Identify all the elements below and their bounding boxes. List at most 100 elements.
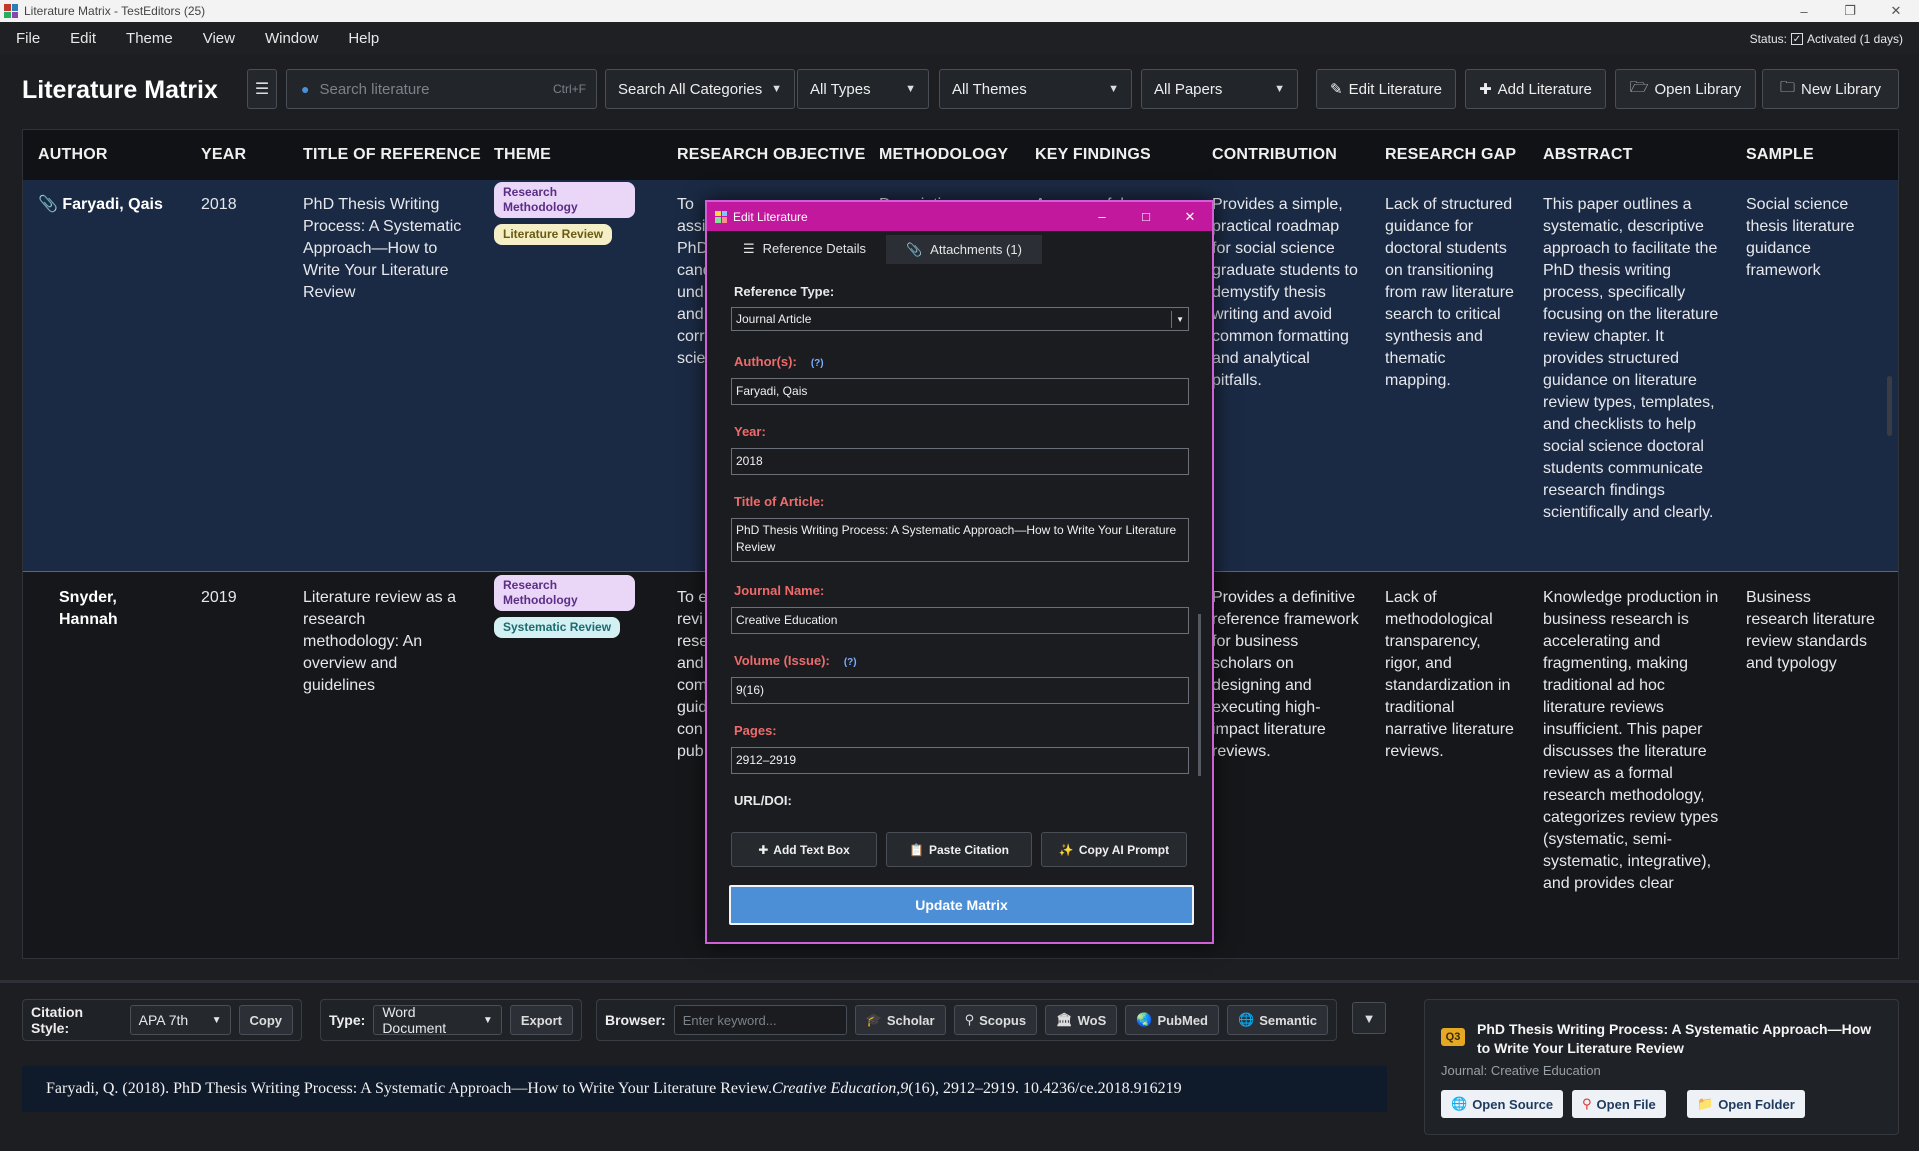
column-header-year[interactable]: YEAR bbox=[201, 146, 246, 164]
scholar-button[interactable]: 🎓 Scholar bbox=[854, 1005, 946, 1035]
maximize-icon[interactable]: □ bbox=[1124, 202, 1168, 231]
export-button[interactable]: Export bbox=[509, 1005, 573, 1035]
tab-reference-details[interactable]: ☰ Reference Details bbox=[723, 235, 886, 264]
authors-field[interactable]: Faryadi, Qais bbox=[731, 378, 1189, 405]
update-matrix-button[interactable]: Update Matrix bbox=[729, 885, 1194, 925]
column-header-theme[interactable]: THEME bbox=[494, 146, 551, 164]
column-header-abstract[interactable]: ABSTRACT bbox=[1543, 146, 1633, 164]
column-header-sample[interactable]: SAMPLE bbox=[1746, 146, 1814, 164]
author-value: Faryadi, Qais bbox=[62, 196, 163, 213]
reference-type-select[interactable]: Journal Article ▼ bbox=[731, 307, 1189, 331]
close-icon[interactable]: ✕ bbox=[1168, 202, 1212, 231]
checkbox-icon: ✓ bbox=[1790, 33, 1803, 45]
year-field[interactable]: 2018 bbox=[731, 448, 1189, 475]
tab-attachments[interactable]: 📎 Attachments (1) bbox=[885, 235, 1042, 264]
folder-icon: 🗀 bbox=[1779, 78, 1795, 96]
dialog-actions: ✚ Add Text Box 📋 Paste Citation ✨ Copy AI P… bbox=[731, 832, 1187, 867]
close-icon[interactable]: ✕ bbox=[1873, 0, 1919, 22]
folder-icon: 📁 bbox=[1697, 1096, 1714, 1111]
edit-literature-button[interactable]: ✎ Edit Literature bbox=[1316, 69, 1456, 109]
chevron-down-icon: ▼ bbox=[1108, 83, 1119, 95]
copy-ai-prompt-button[interactable]: ✨ Copy AI Prompt bbox=[1041, 832, 1187, 867]
open-folder-button[interactable]: 📁 Open Folder bbox=[1687, 1090, 1805, 1118]
theme-filter-select[interactable]: All Themes ▼ bbox=[939, 69, 1132, 109]
export-type-group: Type: Word Document ▼ Export bbox=[320, 999, 582, 1041]
wos-button[interactable]: 🏛 WoS bbox=[1045, 1005, 1118, 1035]
dialog-title: Edit Literature bbox=[733, 209, 808, 224]
column-header-gap[interactable]: RESEARCH GAP bbox=[1385, 146, 1516, 164]
scopus-button[interactable]: ⚲ Scopus bbox=[953, 1005, 1038, 1035]
copy-citation-button[interactable]: Copy bbox=[238, 1005, 293, 1035]
volume-label: Volume (Issue): (?) bbox=[734, 653, 857, 668]
new-library-button[interactable]: 🗀 New Library bbox=[1762, 69, 1899, 109]
menu-view[interactable]: View bbox=[187, 30, 249, 47]
volume-help-icon[interactable]: (?) bbox=[844, 657, 857, 668]
minimize-icon[interactable]: – bbox=[1781, 0, 1827, 22]
minimize-icon[interactable]: – bbox=[1080, 202, 1124, 231]
menu-theme[interactable]: Theme bbox=[110, 30, 187, 47]
open-file-button[interactable]: ⚲ Open File bbox=[1572, 1090, 1666, 1118]
table-header: AUTHOR YEAR TITLE OF REFERENCE THEME RES… bbox=[23, 130, 1898, 180]
table-scrollbar[interactable] bbox=[1887, 376, 1892, 436]
add-literature-button[interactable]: ✚ Add Literature bbox=[1465, 69, 1606, 109]
menu-file[interactable]: File bbox=[0, 30, 54, 47]
hamburger-menu-button[interactable]: ☰ bbox=[247, 69, 277, 109]
column-header-contribution[interactable]: CONTRIBUTION bbox=[1212, 146, 1337, 164]
journal-field[interactable]: Creative Education bbox=[731, 607, 1189, 634]
title-field[interactable]: PhD Thesis Writing Process: A Systematic… bbox=[731, 518, 1189, 562]
citation-text: Faryadi, Q. (2018). PhD Thesis Writing P… bbox=[46, 1080, 773, 1097]
search-input[interactable]: ● Search literature Ctrl+F bbox=[286, 69, 597, 109]
app-icon bbox=[4, 4, 18, 18]
column-header-author[interactable]: AUTHOR bbox=[38, 146, 108, 164]
category-filter-select[interactable]: Search All Categories ▼ bbox=[605, 69, 795, 109]
year-label: Year: bbox=[734, 424, 766, 439]
pubmed-button[interactable]: 🌏 PubMed bbox=[1125, 1005, 1219, 1035]
pages-field[interactable]: 2912–2919 bbox=[731, 747, 1189, 774]
paste-citation-button[interactable]: 📋 Paste Citation bbox=[886, 832, 1032, 867]
page-title: Literature Matrix bbox=[22, 76, 218, 104]
citation-style-group: Citation Style: APA 7th ▼ Copy bbox=[22, 999, 302, 1041]
open-folder-label: Open Folder bbox=[1718, 1096, 1795, 1112]
open-source-button[interactable]: 🌐 Open Source bbox=[1441, 1090, 1564, 1118]
browser-keyword-input[interactable]: Enter keyword... bbox=[673, 1005, 847, 1035]
form-scrollbar[interactable] bbox=[1198, 614, 1201, 776]
browser-label: Browser: bbox=[605, 1012, 666, 1028]
reference-form: Reference Type: Journal Article ▼ Author… bbox=[707, 264, 1212, 819]
citation-journal: Creative Education bbox=[772, 1080, 897, 1097]
url-doi-label: URL/DOI: bbox=[734, 793, 792, 808]
theme-tag: Research Methodology bbox=[494, 575, 635, 611]
open-source-label: Open Source bbox=[1472, 1096, 1554, 1112]
volume-field[interactable]: 9(16) bbox=[731, 677, 1189, 704]
export-type-value: Word Document bbox=[382, 1004, 447, 1036]
citation-style-select[interactable]: APA 7th ▼ bbox=[129, 1005, 231, 1035]
list-icon: ☰ bbox=[743, 240, 755, 256]
paperclip-icon: 📎 bbox=[905, 241, 923, 257]
semantic-label: Semantic bbox=[1259, 1012, 1317, 1028]
semantic-button[interactable]: 🌐 Semantic bbox=[1227, 1005, 1328, 1035]
column-header-findings[interactable]: KEY FINDINGS bbox=[1035, 146, 1151, 164]
collapse-panel-button[interactable]: ▼ bbox=[1352, 1002, 1386, 1034]
author-cell: 📎 Faryadi, Qais bbox=[38, 194, 188, 216]
authors-label-text: Author(s): bbox=[734, 354, 797, 369]
authors-help-icon[interactable]: (?) bbox=[811, 358, 824, 369]
menu-help[interactable]: Help bbox=[332, 30, 393, 47]
chevron-down-icon: ▼ bbox=[771, 83, 782, 95]
theme-tag: Systematic Review bbox=[494, 617, 621, 638]
citation-suffix: (16), 2912–2919. 10.4236/ce.2018.916219 bbox=[908, 1080, 1182, 1097]
export-type-select[interactable]: Word Document ▼ bbox=[373, 1004, 502, 1036]
clipboard-icon: 📋 bbox=[909, 842, 924, 857]
type-filter-select[interactable]: All Types ▼ bbox=[797, 69, 929, 109]
column-header-title[interactable]: TITLE OF REFERENCE bbox=[303, 146, 481, 164]
theme-tag: Literature Review bbox=[494, 224, 613, 245]
column-header-methodology[interactable]: METHODOLOGY bbox=[879, 146, 1008, 164]
reference-type-label: Reference Type: bbox=[734, 284, 835, 299]
theme-tag: Research Methodology bbox=[494, 182, 635, 218]
year-cell: 2018 bbox=[201, 196, 237, 213]
add-text-box-button[interactable]: ✚ Add Text Box bbox=[731, 832, 877, 867]
menu-edit[interactable]: Edit bbox=[54, 30, 110, 47]
restore-icon[interactable]: ❐ bbox=[1827, 0, 1873, 22]
menu-window[interactable]: Window bbox=[249, 30, 332, 47]
open-library-button[interactable]: 🗁 Open Library bbox=[1615, 69, 1756, 109]
column-header-objective[interactable]: RESEARCH OBJECTIVE bbox=[677, 146, 866, 164]
papers-filter-select[interactable]: All Papers ▼ bbox=[1141, 69, 1298, 109]
